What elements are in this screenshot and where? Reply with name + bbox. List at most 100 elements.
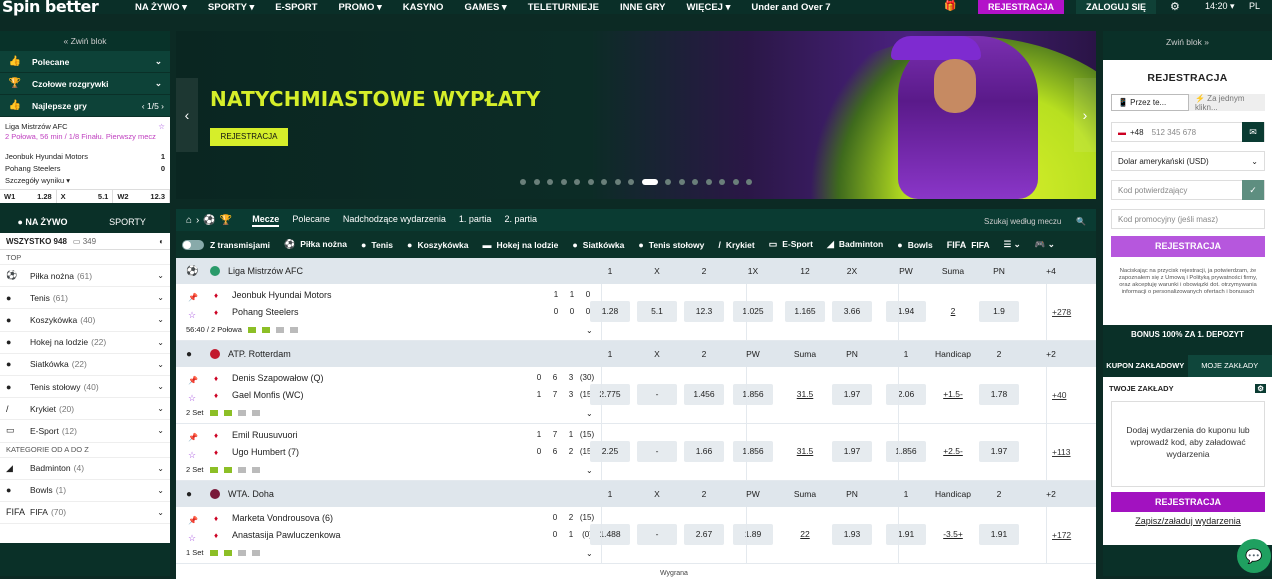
odd-button[interactable]: 1.66	[684, 441, 724, 462]
more-markets-link[interactable]: +278	[1052, 307, 1071, 317]
tab-3[interactable]: 1. partia	[459, 214, 492, 227]
odd-button[interactable]: 31.5	[785, 441, 825, 462]
odd-button[interactable]: 1.456	[684, 384, 724, 405]
banner-dot[interactable]	[601, 179, 607, 185]
nav-item-8[interactable]: WIĘCEJ ▾	[687, 2, 731, 13]
odd-button[interactable]: +2.5-	[933, 441, 973, 462]
stats-icon[interactable]	[209, 466, 218, 473]
banner-prev-arrow-icon[interactable]: ‹	[176, 78, 198, 152]
odd-button[interactable]: 1.94	[886, 301, 926, 322]
banner-dot[interactable]	[533, 179, 540, 185]
odd-cell[interactable]: W1 1.28	[0, 190, 57, 203]
nav-item-5[interactable]: GAMES ▾	[464, 2, 506, 13]
banner-dot[interactable]	[628, 179, 634, 185]
odd-button[interactable]: 12.3	[684, 301, 724, 322]
sport-filter-0[interactable]: ⚽ Piłka nożna	[284, 239, 347, 250]
stats-icon[interactable]	[247, 326, 256, 333]
stats-icon[interactable]	[209, 549, 218, 556]
stats-icon[interactable]	[237, 466, 246, 473]
stats-icon[interactable]	[251, 466, 260, 473]
ball-icon[interactable]: ⚽	[203, 215, 215, 226]
odd-button[interactable]: 1.91	[886, 524, 926, 545]
odd-button[interactable]: 1.28	[590, 301, 630, 322]
league-header[interactable]: ⚽ Liga Mistrzów AFC 1 X 2 1X 12 2X PW Suma PN +4	[176, 258, 1096, 284]
mail-icon[interactable]: ✉	[1242, 122, 1264, 142]
stats-icon[interactable]	[209, 409, 218, 416]
nav-item-7[interactable]: INNE GRY	[620, 2, 666, 13]
under-over-7-link[interactable]: Under and Over 7	[751, 2, 830, 13]
banner-dot[interactable]	[587, 179, 594, 185]
nav-item-4[interactable]: KASYNO	[403, 2, 444, 13]
sport-item[interactable]: / Krykiet (20) ⌄	[0, 398, 170, 421]
odd-button[interactable]: +1.5-	[933, 384, 973, 405]
odd-button[interactable]: 31.5	[785, 384, 825, 405]
login-button[interactable]: ZALOGUJ SIĘ	[1076, 0, 1156, 14]
stats-icon[interactable]	[223, 549, 232, 556]
nav-item-1[interactable]: SPORTY ▾	[208, 2, 254, 13]
promo-code-field[interactable]: Kod promocyjny (jeśli masz)	[1111, 209, 1265, 229]
more-markets-link[interactable]: +113	[1052, 447, 1071, 457]
tab-2[interactable]: Nadchodzące wydarzenia	[343, 214, 446, 227]
banner-dot[interactable]	[692, 179, 698, 185]
odd-button[interactable]: 1.97	[979, 441, 1019, 462]
odd-button[interactable]: 2	[933, 301, 973, 322]
odd-button[interactable]: 1.488	[590, 524, 630, 545]
bonus-banner[interactable]: BONUS 100% ZA 1. DEPOZYT	[1103, 325, 1272, 345]
match-row[interactable]: 📌 ☆ ♦ Denis Szapowałow (Q) ♦ Gael Monfis (WC)…	[176, 367, 1096, 424]
match-search-input[interactable]: Szukaj według meczu 🔍	[980, 213, 1090, 229]
stats-icon[interactable]	[261, 326, 270, 333]
promo-banner[interactable]: NATYCHMIASTOWE WYPŁATY REJESTRACJA ‹ ›	[176, 31, 1096, 199]
odd-button[interactable]: 1.856	[733, 384, 773, 405]
odd-button[interactable]: 2.67	[684, 524, 724, 545]
clock-time[interactable]: 14:20 ▾	[1205, 1, 1235, 12]
more-markets-link[interactable]: +172	[1052, 530, 1071, 540]
tab-1[interactable]: Polecane	[292, 214, 330, 227]
banner-dot[interactable]	[520, 179, 526, 185]
sport-item[interactable]: ● Tenis (61) ⌄	[0, 287, 170, 310]
odd-button[interactable]: 2.06	[886, 384, 926, 405]
register-button[interactable]: REJESTRACJA	[978, 0, 1064, 14]
stats-icon[interactable]	[289, 326, 298, 333]
stats-icon[interactable]	[223, 409, 232, 416]
banner-dot[interactable]	[560, 179, 567, 185]
odd-cell[interactable]: W2 12.3	[113, 190, 171, 203]
sport-filter-1[interactable]: ● Tenis	[361, 240, 393, 250]
stats-icon[interactable]	[237, 409, 246, 416]
phone-field[interactable]: ▬ +48 512 345 678 ✉	[1111, 122, 1265, 142]
star-icon[interactable]: ☆	[188, 533, 196, 544]
more-sports-icon[interactable]: ☰ ⌄	[1004, 239, 1021, 250]
tab-live[interactable]: ● NA ŻYWO	[0, 211, 85, 233]
sport-filter-9[interactable]: ● Bowls	[897, 240, 932, 250]
sport-item[interactable]: ▭ E-Sport (12) ⌄	[0, 420, 170, 443]
collapse-left-button[interactable]: « Zwiń blok	[0, 31, 170, 51]
banner-dot[interactable]	[705, 179, 712, 185]
nav-item-6[interactable]: TELETURNIEJE	[528, 2, 599, 13]
star-icon[interactable]: ☆	[188, 450, 196, 461]
banner-dot[interactable]	[678, 179, 685, 185]
banner-dot[interactable]	[719, 179, 725, 185]
nav-item-0[interactable]: NA ŻYWO ▾	[135, 2, 187, 13]
sport-item[interactable]: ● Tenis stołowy (40) ⌄	[0, 376, 170, 399]
star-icon[interactable]: ☆	[158, 122, 165, 131]
pin-icon[interactable]: 📌	[188, 433, 198, 442]
sidebar-item-recommended[interactable]: 👍 Polecane ⌄	[0, 51, 170, 73]
trophy-icon[interactable]: 🏆	[220, 215, 232, 226]
settings-gear-icon[interactable]: ⚙	[1170, 0, 1180, 13]
stats-icon[interactable]	[275, 326, 284, 333]
sport-filter-6[interactable]: / Krykiet	[718, 240, 754, 250]
confirmation-code-field[interactable]: Kod potwierdzający ✓	[1111, 180, 1265, 200]
tab-bet-slip[interactable]: KUPON ZAKŁADOWY	[1103, 355, 1188, 377]
score-details-link[interactable]: Szczegóły wyniku ▾	[5, 176, 70, 185]
globe-icon[interactable]: ◐	[159, 237, 164, 246]
odd-button[interactable]: 1.165	[785, 301, 825, 322]
pin-icon[interactable]: 📌	[188, 516, 198, 525]
banner-dot[interactable]	[732, 179, 739, 185]
sidebar-item-best-games[interactable]: 👍 Najlepsze gry ‹ 1/5 ›	[0, 95, 170, 117]
odd-button[interactable]: 1.856	[886, 441, 926, 462]
odd-button[interactable]: 5.1	[637, 301, 677, 322]
slip-register-button[interactable]: REJESTRACJA	[1111, 492, 1265, 512]
poland-flag-icon[interactable]: ▬	[1118, 128, 1126, 137]
pin-icon[interactable]: 📌	[188, 293, 198, 302]
tab-one-click[interactable]: ⚡ Za jednym klikn...	[1189, 94, 1265, 112]
tab-my-bets[interactable]: MOJE ZAKŁADY	[1188, 355, 1272, 377]
